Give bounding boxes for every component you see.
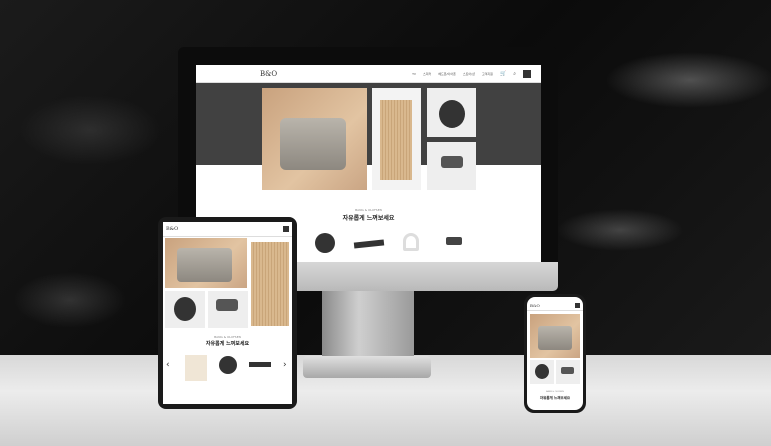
phone-website: B&O BANG & OLUFSEN 자유롭게 느껴보세요 [527, 297, 583, 410]
product-beosound-a9[interactable] [219, 356, 237, 374]
product-beoplay-h95[interactable] [403, 233, 419, 251]
menu-icon[interactable] [575, 303, 580, 308]
product-beoplay-ex[interactable] [446, 237, 462, 245]
site-header: B&O TV 스피커 헤드폰/이어폰 스토어/샵 고객지원 🛒 ⌕ [196, 65, 541, 83]
search-icon[interactable]: ⌕ [513, 71, 516, 77]
section-kicker: BANG & OLUFSEN [214, 335, 241, 339]
nav-item[interactable]: 고객지원 [482, 72, 493, 76]
brand-logo[interactable]: B&O [260, 70, 277, 77]
section-title: 자유롭게 느껴보세요 [205, 341, 250, 347]
carousel-prev-button[interactable]: ‹ [166, 360, 170, 370]
product-beosound-a9[interactable] [315, 233, 335, 253]
earbuds-image[interactable] [427, 142, 476, 190]
tablet-website: B&O BANG & OLUFSEN 자유롭게 느껴보세요 ‹ › [163, 222, 292, 404]
hero-speaker-image[interactable] [530, 314, 580, 358]
headphones-image[interactable] [530, 360, 554, 384]
monitor-stand [322, 291, 414, 359]
nav-item[interactable]: 스피커 [423, 72, 431, 76]
section-title: 자유롭게 느껴보세요 [539, 396, 571, 400]
tablet-header: B&O [163, 222, 292, 237]
earbuds-image[interactable] [556, 360, 580, 384]
nav-item[interactable]: 헤드폰/이어폰 [438, 72, 456, 76]
book-speaker-image[interactable] [372, 88, 421, 190]
cart-icon[interactable]: 🛒 [500, 71, 506, 77]
phone-header: B&O [527, 297, 583, 311]
brand-logo[interactable]: B&O [166, 226, 178, 232]
monitor-base [303, 356, 431, 378]
earbuds-image[interactable] [208, 291, 248, 328]
section-kicker: BANG & OLUFSEN [355, 208, 382, 212]
section-kicker: BANG & OLUFSEN [546, 391, 564, 393]
hero-speaker-image[interactable] [262, 88, 367, 190]
book-speaker-image[interactable] [251, 242, 289, 326]
nav-item[interactable]: TV [412, 72, 416, 76]
carousel-next-button[interactable]: › [283, 360, 287, 370]
menu-icon[interactable] [283, 226, 289, 232]
menu-icon[interactable] [523, 69, 531, 78]
main-nav: TV 스피커 헤드폰/이어폰 스토어/샵 고객지원 🛒 ⌕ [412, 69, 531, 78]
hero-band [196, 83, 541, 165]
hero-speaker-image[interactable] [165, 238, 247, 288]
product-card[interactable] [185, 355, 207, 381]
nav-item[interactable]: 스토어/샵 [463, 72, 475, 76]
product-beosound-stage[interactable] [249, 362, 271, 367]
headphones-image[interactable] [427, 88, 476, 137]
brand-logo[interactable]: B&O [530, 303, 540, 309]
product-beosound-stage[interactable] [353, 239, 385, 249]
headphones-image[interactable] [165, 291, 205, 328]
